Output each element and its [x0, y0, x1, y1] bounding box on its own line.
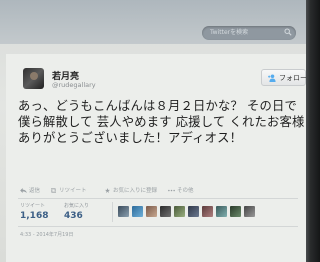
retweet-action[interactable]: リツイート	[50, 186, 87, 194]
avatar[interactable]	[188, 206, 199, 217]
retweet-icon	[51, 188, 56, 193]
follow-button-label: フォロー	[279, 74, 306, 82]
avatar[interactable]	[174, 206, 185, 217]
retweet-label: リツイート	[59, 188, 87, 194]
star-icon	[105, 188, 110, 193]
retweets-label: リツイート	[20, 203, 46, 209]
divider	[18, 198, 298, 199]
avatar[interactable]	[146, 206, 157, 217]
twitter-top-bar: Twitterを検索	[0, 0, 306, 44]
photo-of-monitor: Twitterを検索 若月亮 @rudegallary フォロー あっ、どうもこ…	[0, 0, 320, 262]
avatar[interactable]	[216, 206, 227, 217]
tweet-text: あっ、どうもこんばんは８月２日かな？ その日で僕ら解散して 芸人やめます 応援し…	[18, 99, 305, 145]
tweet-actions: 返信 リツイート お気に入りに登録 その他	[20, 186, 260, 196]
reply-label: 返信	[29, 188, 41, 194]
more-action[interactable]: その他	[168, 186, 194, 194]
tweet-timestamp[interactable]: 4:33 - 2014年7月19日	[20, 231, 73, 238]
more-dots-icon	[168, 189, 175, 192]
favorite-label: お気に入りに登録	[113, 188, 158, 194]
tweet-card: 若月亮 @rudegallary フォロー あっ、どうもこんばんは８月２日かな？…	[6, 54, 306, 262]
favorites-label: お気に入り	[64, 203, 90, 209]
divider	[18, 226, 298, 227]
more-label: その他	[177, 188, 194, 194]
favorite-action[interactable]: お気に入りに登録	[104, 186, 157, 194]
retweets-count[interactable]: 1,168	[20, 211, 48, 221]
follow-button[interactable]: フォロー	[261, 69, 306, 86]
avatar[interactable]	[244, 206, 255, 217]
user-handle[interactable]: @rudegallary	[52, 81, 96, 89]
stats-separator	[112, 202, 113, 222]
avatar[interactable]	[202, 206, 213, 217]
browser-screen: Twitterを検索 若月亮 @rudegallary フォロー あっ、どうもこ…	[0, 0, 306, 262]
avatar[interactable]	[23, 68, 44, 89]
avatar[interactable]	[132, 206, 143, 217]
favorites-count[interactable]: 436	[64, 211, 83, 221]
avatar[interactable]	[118, 206, 129, 217]
search-icon[interactable]	[284, 28, 292, 36]
avatar[interactable]	[160, 206, 171, 217]
reply-action[interactable]: 返信	[20, 186, 40, 194]
avatar[interactable]	[230, 206, 241, 217]
search-input[interactable]: Twitterを検索	[202, 26, 296, 40]
reply-icon	[20, 188, 27, 193]
monitor-bezel	[306, 0, 320, 262]
search-placeholder: Twitterを検索	[210, 29, 249, 36]
follow-user-icon	[268, 74, 276, 82]
